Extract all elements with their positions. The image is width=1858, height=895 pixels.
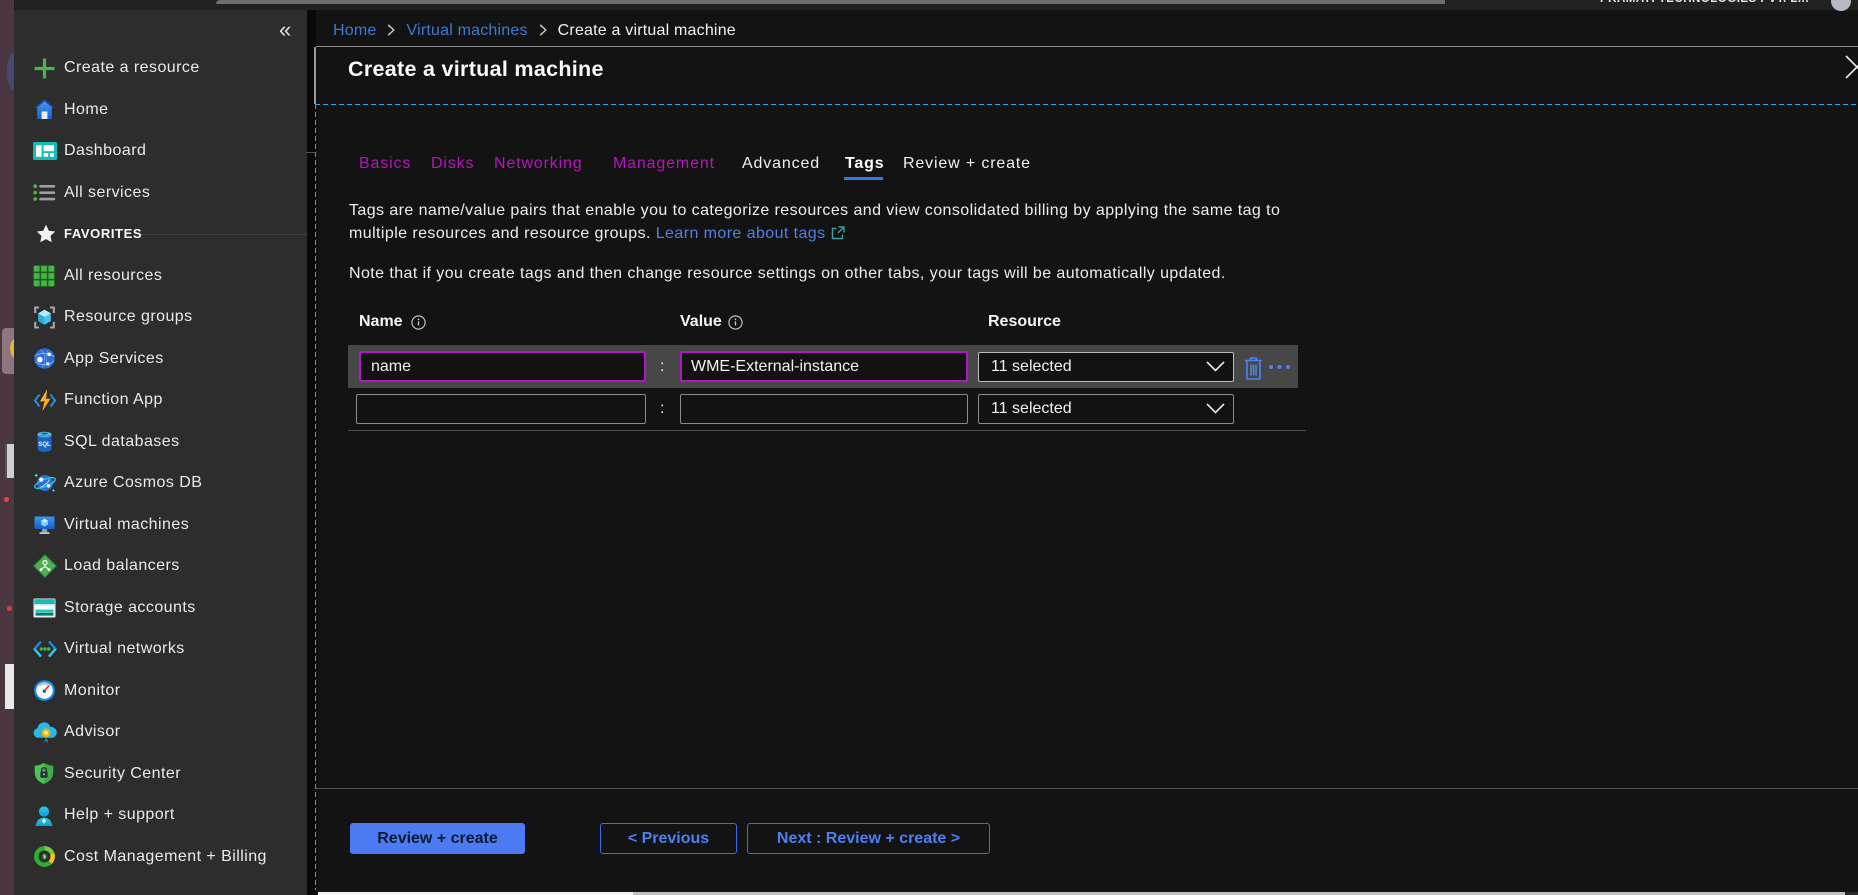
svg-text:SQL: SQL: [38, 442, 51, 448]
